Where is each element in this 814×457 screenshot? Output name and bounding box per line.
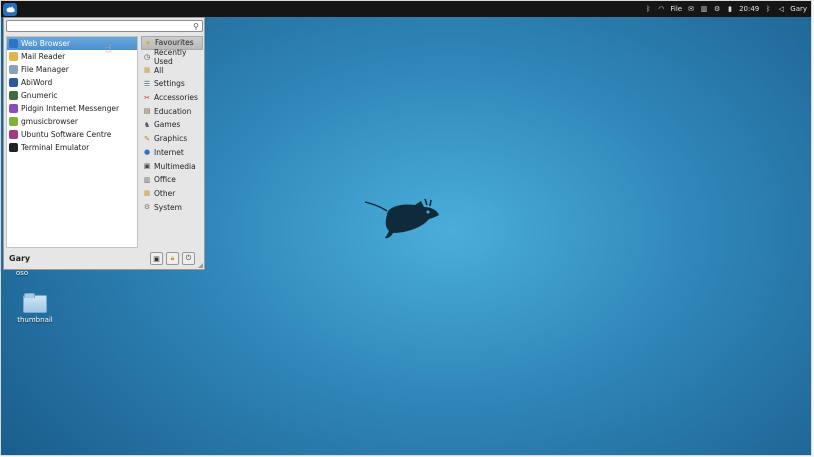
search-icon: ⚲ (193, 22, 199, 31)
favourites-list: Web Browser Mail Reader File Manager AbiWor… (6, 36, 138, 248)
software-centre-icon (9, 130, 18, 139)
app-item-label: File Manager (21, 65, 69, 74)
desktop: ᛒ ◠ File ✉ ▥ ⚙ ▮ 20:49 ᛒ ◁ Gary oso thum… (0, 0, 812, 456)
office-icon: ▥ (143, 175, 151, 184)
category-label: Multimedia (154, 161, 196, 171)
app-item-label: Ubuntu Software Centre (21, 130, 112, 139)
category-system[interactable]: ⚙ System (141, 200, 203, 214)
education-icon: ▤ (143, 107, 151, 116)
app-item[interactable]: AbiWord (7, 76, 137, 89)
category-label: Graphics (154, 134, 188, 144)
settings-manager-icon[interactable]: ▣ (150, 252, 163, 265)
menu-footer: Gary ▣ 🔒︎ ⏻ (4, 248, 204, 269)
app-item[interactable]: Web Browser (7, 37, 137, 50)
globe-icon (9, 39, 18, 48)
bluetooth-status-icon[interactable]: ᛒ (764, 5, 772, 13)
music-icon (9, 117, 18, 126)
xfce-mouse-icon (6, 6, 15, 12)
category-other[interactable]: ▦ Other (141, 187, 203, 201)
app-item[interactable]: gmusicbrowser (7, 115, 137, 128)
power-icon[interactable]: ⏻ (182, 252, 195, 265)
search-input[interactable] (7, 21, 193, 31)
category-label: Office (154, 175, 176, 185)
category-label: Games (154, 120, 181, 130)
resize-grip[interactable] (198, 263, 203, 268)
accessories-icon: ✂ (144, 93, 150, 102)
desktop-item-label: thumbnail (17, 316, 53, 324)
battery-icon[interactable]: ▮ (726, 5, 734, 13)
folder-icon (23, 293, 47, 313)
category-label: Accessories (154, 93, 198, 103)
file-indicator[interactable]: File (670, 5, 682, 13)
app-item[interactable]: Ubuntu Software Centre (7, 128, 137, 141)
menu-user-name: Gary (9, 254, 31, 263)
category-recently-used[interactable]: ◷ Recently Used (141, 47, 203, 66)
wifi-icon[interactable]: ◠ (657, 5, 665, 13)
xfce-mouse-logo (364, 199, 439, 239)
pidgin-icon (9, 104, 18, 113)
star-icon: ★ (144, 38, 152, 47)
settings-icon: ☰ (143, 79, 151, 88)
app-item[interactable]: File Manager (7, 63, 137, 76)
desktop-item-thumbnail[interactable]: thumbnail (15, 293, 55, 324)
clock-icon: ◷ (143, 52, 151, 61)
category-label: All (154, 65, 164, 75)
category-internet[interactable]: ● Internet (141, 146, 203, 160)
category-label: Recently Used (154, 47, 187, 66)
volume-icon[interactable]: ◁ (777, 5, 785, 13)
system-tray: ᛒ ◠ File ✉ ▥ ⚙ ▮ 20:49 ᛒ ◁ Gary (644, 5, 811, 13)
bluetooth-icon[interactable]: ᛒ (644, 5, 652, 13)
clock[interactable]: 20:49 (739, 5, 759, 13)
category-label: Internet (154, 147, 184, 157)
terminal-icon (9, 143, 18, 152)
desktop-item-label: oso (15, 269, 29, 277)
app-item-label: Pidgin Internet Messenger (21, 104, 120, 113)
category-graphics[interactable]: ✎ Graphics (141, 132, 203, 146)
category-multimedia[interactable]: ▣ Multimedia (141, 159, 203, 173)
user-name[interactable]: Gary (790, 5, 807, 13)
games-icon: ♞ (143, 120, 151, 129)
app-item-label: Gnumeric (21, 91, 58, 100)
category-label: Favourites (155, 38, 194, 48)
search-box[interactable]: ⚲ (6, 20, 203, 32)
mail-icon[interactable]: ✉ (687, 5, 695, 13)
mail-icon (9, 52, 18, 61)
internet-icon: ● (143, 148, 151, 157)
desktop-item-oso[interactable]: oso (7, 269, 37, 277)
category-games[interactable]: ♞ Games (141, 118, 203, 132)
graphics-icon: ✎ (144, 134, 150, 143)
settings-icon[interactable]: ⚙ (713, 5, 721, 13)
keyboard-icon[interactable]: ▥ (700, 5, 708, 13)
app-item-label: Web Browser (21, 39, 71, 48)
app-item[interactable]: Gnumeric (7, 89, 137, 102)
category-list: ★ Favourites ◷ Recently Used ▦ All ☰ Settings ✂ A… (141, 36, 203, 214)
system-icon: ⚙ (143, 203, 151, 212)
app-item-label: Terminal Emulator (21, 143, 90, 152)
category-label: Education (154, 106, 192, 116)
category-label: System (154, 202, 182, 212)
category-label: Other (154, 188, 176, 198)
app-item-label: Mail Reader (21, 52, 66, 61)
category-label: Settings (154, 79, 185, 89)
top-panel: ᛒ ◠ File ✉ ▥ ⚙ ▮ 20:49 ᛒ ◁ Gary (1, 1, 811, 17)
category-office[interactable]: ▥ Office (141, 173, 203, 187)
category-settings[interactable]: ☰ Settings (141, 77, 203, 91)
category-accessories[interactable]: ✂ Accessories (141, 91, 203, 105)
other-icon: ▦ (143, 189, 151, 198)
app-item-label: AbiWord (21, 78, 53, 87)
category-education[interactable]: ▤ Education (141, 104, 203, 118)
app-item-label: gmusicbrowser (21, 117, 78, 126)
applications-menu-button[interactable] (3, 2, 17, 16)
app-item[interactable]: Mail Reader (7, 50, 137, 63)
folder-icon: ▦ (143, 66, 151, 75)
app-item[interactable]: Terminal Emulator (7, 141, 137, 154)
lock-icon[interactable]: 🔒︎ (166, 252, 179, 265)
multimedia-icon: ▣ (143, 162, 151, 171)
app-item[interactable]: Pidgin Internet Messenger (7, 102, 137, 115)
spreadsheet-icon (9, 91, 18, 100)
folder-icon (9, 65, 18, 74)
mouse-pointer-icon: ☝ (105, 42, 112, 55)
document-icon (9, 78, 18, 87)
whisker-menu: ⚲ Web Browser Mail Reader File Manager AbiW… (3, 17, 205, 270)
